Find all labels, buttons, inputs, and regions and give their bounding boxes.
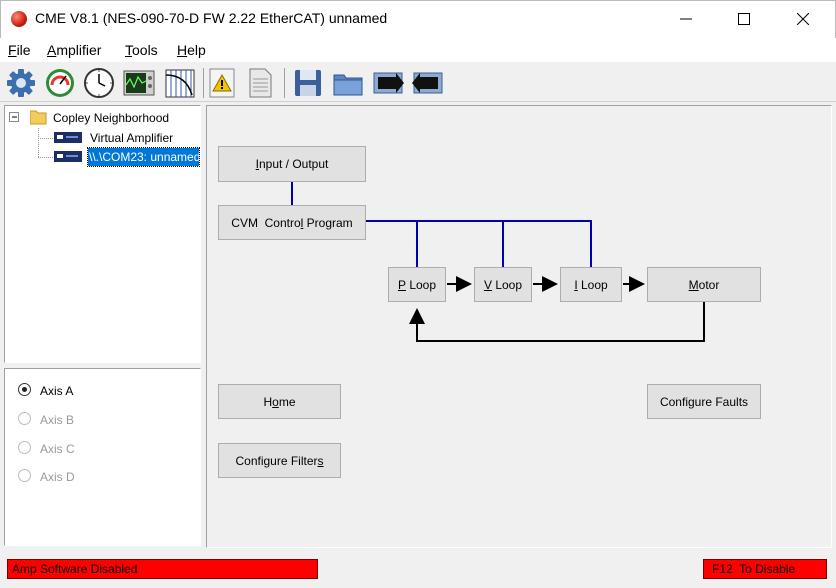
motor-button[interactable]: Motor bbox=[647, 267, 761, 302]
f12-disable-indicator: F12 To Disable bbox=[703, 559, 827, 579]
input-output-button[interactable]: Input / Output bbox=[218, 146, 366, 182]
cvm-control-program-button[interactable]: CVM Contro l Program bbox=[218, 205, 366, 240]
amp-status-indicator: Amp Software Disabled bbox=[7, 559, 318, 579]
i-loop-button[interactable]: I Loop bbox=[560, 267, 622, 302]
p-loop-button[interactable]: P Loop bbox=[388, 267, 446, 302]
v-loop-button[interactable]: V Loop bbox=[474, 267, 532, 302]
home-button[interactable]: Ho me bbox=[218, 384, 341, 419]
configure-faults-button[interactable]: Confi g ure Faults bbox=[647, 384, 761, 419]
configure-filters-button[interactable]: Configure Filter s bbox=[218, 443, 341, 478]
